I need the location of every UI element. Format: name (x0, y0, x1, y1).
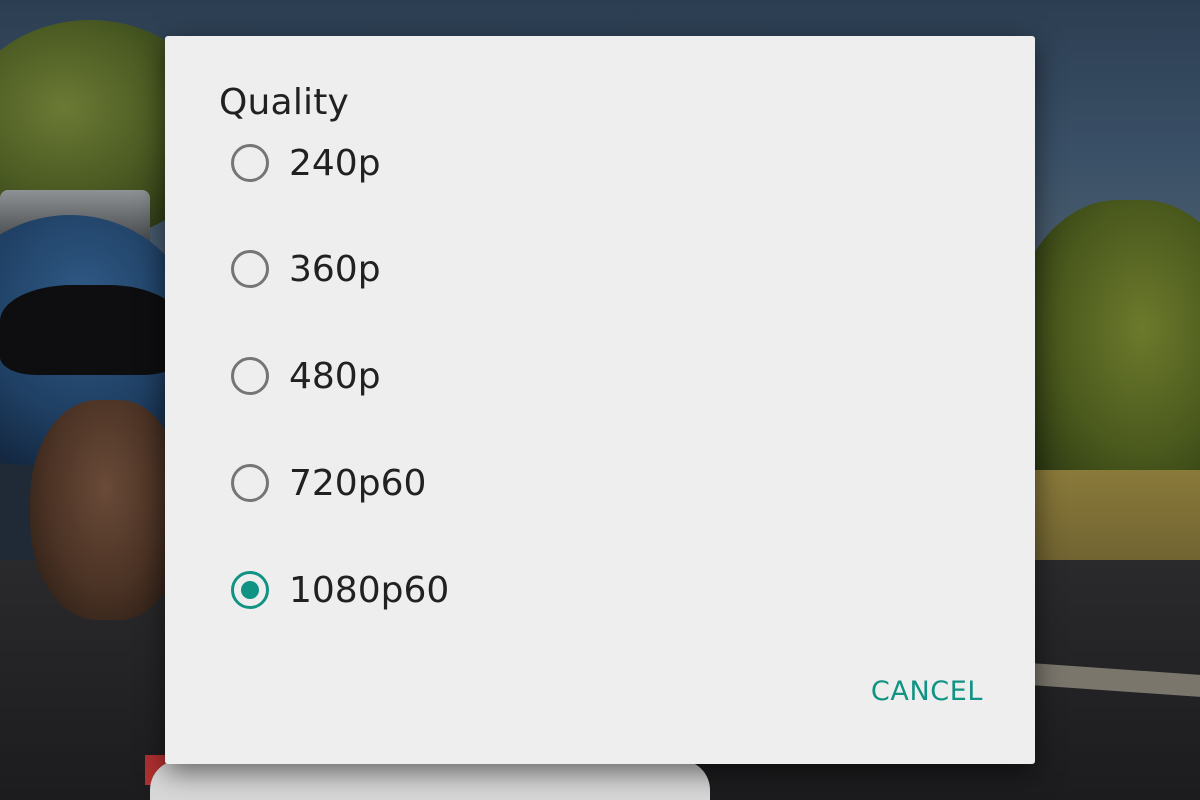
option-label: 720p60 (289, 463, 427, 504)
background-shirt (150, 760, 710, 800)
option-label: 480p (289, 356, 381, 397)
background-face (30, 400, 180, 620)
dialog-title: Quality (219, 82, 350, 123)
option-label: 1080p60 (289, 570, 450, 611)
quality-option-360p[interactable]: 360p (225, 242, 985, 302)
quality-option-720p60[interactable]: 720p60 (225, 456, 985, 516)
radio-button-icon[interactable] (231, 250, 269, 288)
radio-button-icon[interactable] (231, 357, 269, 395)
quality-option-480p[interactable]: 480p (225, 349, 985, 409)
option-label: 240p (289, 143, 381, 184)
radio-button-icon[interactable] (231, 464, 269, 502)
cancel-button[interactable]: CANCEL (871, 676, 983, 707)
radio-selected-dot (240, 580, 259, 599)
quality-option-240p[interactable]: 240p (225, 136, 985, 196)
quality-dialog: Quality 240p 360p 480p 720p60 1080p60 CA… (165, 36, 1035, 764)
background-helmet-band (0, 285, 180, 375)
option-label: 360p (289, 249, 381, 290)
radio-button-icon[interactable] (231, 144, 269, 182)
quality-option-1080p60[interactable]: 1080p60 (225, 563, 985, 623)
radio-button-checked-icon[interactable] (231, 571, 269, 609)
